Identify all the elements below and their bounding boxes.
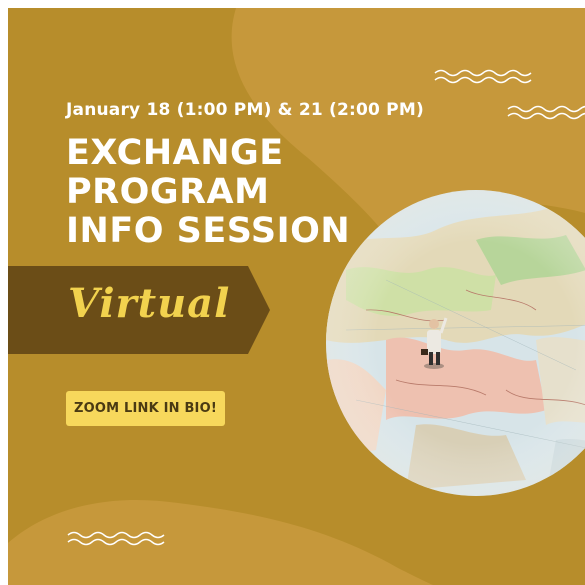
wave-icon	[434, 69, 532, 84]
map-photo	[326, 190, 585, 496]
title-line: PROGRAM	[66, 172, 270, 212]
zoom-link-button[interactable]: ZOOM LINK IN BIO!	[66, 391, 225, 426]
title-line: INFO SESSION	[66, 211, 351, 251]
event-date: January 18 (1:00 PM) & 21 (2:00 PM)	[66, 100, 424, 120]
wave-icon	[507, 105, 585, 120]
poster: January 18 (1:00 PM) & 21 (2:00 PM) EXCH…	[8, 8, 585, 585]
format-label: Virtual	[68, 280, 231, 327]
wave-icon	[67, 531, 165, 546]
event-title: EXCHANGE PROGRAM INFO SESSION	[66, 134, 350, 251]
title-line: EXCHANGE	[66, 133, 284, 173]
